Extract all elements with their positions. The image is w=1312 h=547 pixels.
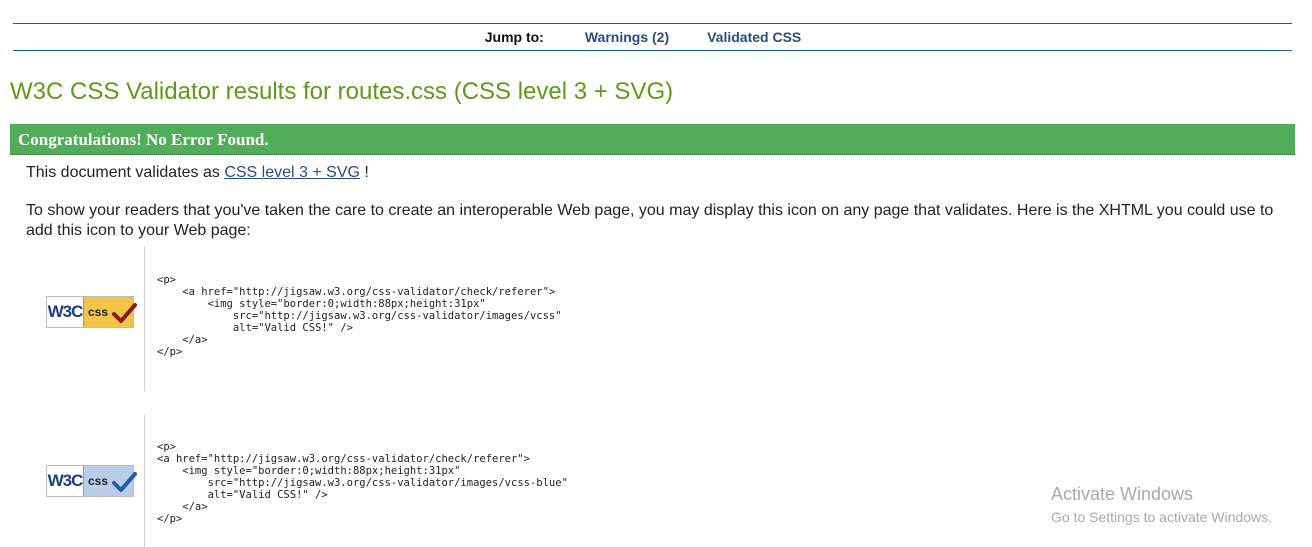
checkmark-icon	[112, 472, 137, 492]
watermark-subtitle: Go to Settings to activate Windows.	[1051, 509, 1272, 525]
w3c-logo-text: W3C	[47, 466, 84, 496]
success-banner: Congratulations! No Error Found.	[10, 124, 1295, 155]
activate-windows-watermark: Activate Windows Go to Settings to activ…	[1051, 484, 1272, 525]
code-divider	[144, 415, 145, 547]
watermark-title: Activate Windows	[1051, 484, 1194, 504]
css-badge-label-box: css	[84, 466, 137, 496]
valid-css-badge-blue[interactable]: W3C css	[46, 465, 137, 497]
jump-label: Jump to:	[484, 29, 544, 45]
valid-css-badge-gold[interactable]: W3C css	[46, 296, 137, 328]
explanation-text: To show your readers that you've taken t…	[26, 202, 1274, 239]
css-profile-link[interactable]: CSS level 3 + SVG	[224, 164, 360, 181]
jump-bar: Jump to: Warnings (2) Validated CSS	[13, 23, 1292, 51]
validates-text: This document validates as CSS level 3 +…	[26, 164, 369, 182]
css-badge-label: css	[88, 305, 109, 319]
badge-block-gold: W3C css <p> <a href="http://jigsaw.w3.or…	[0, 246, 1312, 391]
warnings-link[interactable]: Warnings (2)	[585, 29, 669, 45]
validates-suffix: !	[359, 164, 369, 181]
css-badge-label-box: css	[84, 297, 137, 327]
w3c-logo-text: W3C	[47, 297, 84, 327]
badge-code-snippet-blue: <p> <a href="http://jigsaw.w3.org/css-va…	[157, 441, 568, 525]
badge-block-blue: W3C css <p> <a href="http://jigsaw.w3.or…	[0, 415, 1312, 547]
badge-code-snippet-gold: <p> <a href="http://jigsaw.w3.org/css-va…	[157, 274, 562, 358]
code-divider	[144, 246, 145, 391]
validates-prefix: This document validates as	[26, 164, 225, 181]
checkmark-icon	[112, 303, 137, 323]
css-badge-label: css	[88, 474, 109, 488]
validated-css-link[interactable]: Validated CSS	[707, 29, 801, 45]
page-title: W3C CSS Validator results for routes.css…	[10, 78, 674, 105]
